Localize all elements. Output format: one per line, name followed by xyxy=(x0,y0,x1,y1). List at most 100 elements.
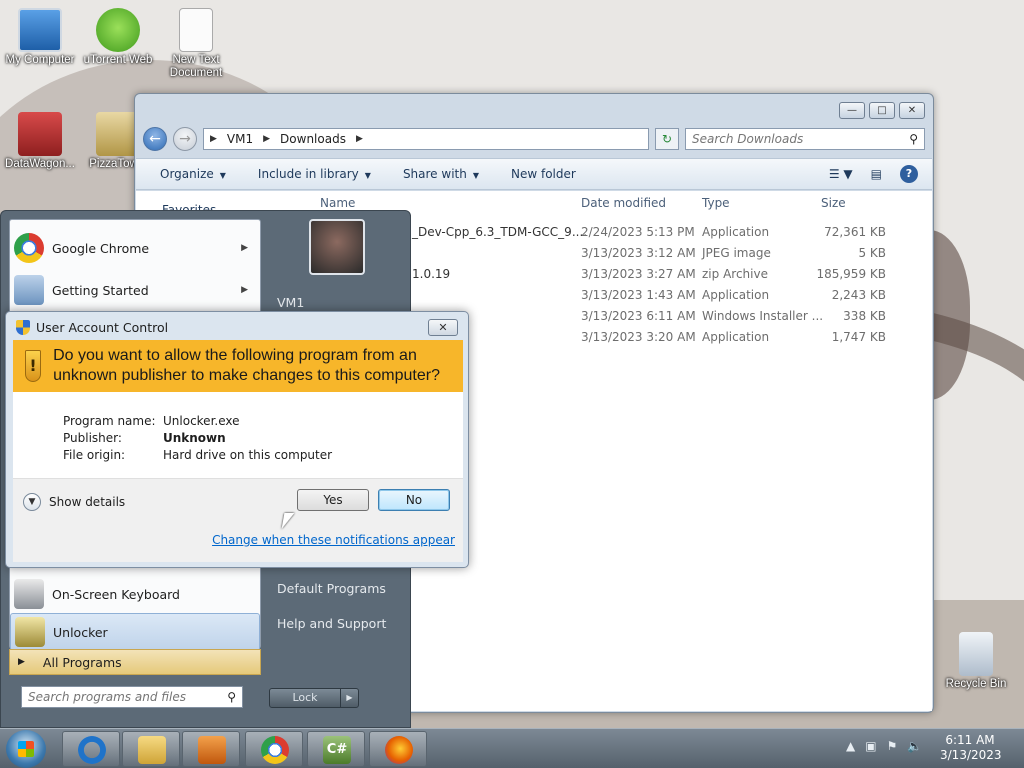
start-item-label: On-Screen Keyboard xyxy=(52,586,180,602)
desktop-icon-recycle-bin[interactable]: Recycle Bin xyxy=(936,632,1016,691)
column-type[interactable]: Type xyxy=(702,196,730,210)
dialog-title-bar: User Account Control xyxy=(16,320,168,335)
taskbar-media-player[interactable] xyxy=(182,731,240,767)
start-item-label: Unlocker xyxy=(53,624,108,640)
program-details: Program name: Unlocker.exe Publisher: Unkn… xyxy=(13,392,463,478)
all-programs-label: All Programs xyxy=(42,654,122,670)
clock[interactable]: 6:11 AM 3/13/2023 xyxy=(940,733,1002,763)
share-with-button[interactable]: Share with ▼ xyxy=(403,167,479,181)
include-in-library-button[interactable]: Include in library ▼ xyxy=(258,167,371,181)
chevron-right-icon: ▶ xyxy=(241,285,248,295)
no-button[interactable]: No xyxy=(378,489,450,511)
desktop-icon-label: DataWagon... xyxy=(5,158,75,170)
lock-label: Lock xyxy=(292,691,318,704)
volume-icon[interactable]: 🔈 xyxy=(907,739,922,753)
view-options-icon[interactable]: ☰ ▼ xyxy=(829,167,853,181)
desktop-icon-my-computer[interactable]: My Computer xyxy=(0,8,80,67)
forward-button[interactable]: → xyxy=(173,127,197,151)
uac-dialog: User Account Control ✕ ! Do you want to … xyxy=(5,311,469,568)
desktop-icon-new-text-document[interactable]: New Text Document xyxy=(156,8,236,80)
start-button[interactable] xyxy=(6,730,46,768)
column-size[interactable]: Size xyxy=(821,196,846,210)
lock-button[interactable]: Lock ▶ xyxy=(269,688,359,708)
publisher-row: Publisher: Unknown xyxy=(63,431,226,445)
folder-icon xyxy=(138,736,166,764)
column-name[interactable]: Name xyxy=(320,196,355,210)
chevron-right-icon: ▶ xyxy=(241,243,248,253)
warning-shield-icon: ! xyxy=(25,350,42,382)
show-hidden-icons-icon[interactable]: ▲ xyxy=(846,739,855,753)
chevron-right-icon[interactable]: ▶ xyxy=(340,689,358,707)
close-button[interactable]: ✕ xyxy=(899,102,925,119)
taskbar-internet-explorer[interactable] xyxy=(62,731,120,767)
search-input[interactable] xyxy=(692,132,892,146)
internet-explorer-icon xyxy=(78,736,106,764)
csharp-icon: C# xyxy=(323,736,351,764)
keyboard-icon xyxy=(14,579,44,609)
maximize-button[interactable]: □ xyxy=(869,102,895,119)
start-item-label: Getting Started xyxy=(52,282,149,298)
taskbar-firefox[interactable] xyxy=(369,731,427,767)
text-document-icon xyxy=(179,8,213,52)
taskbar-windows-explorer[interactable] xyxy=(122,731,180,767)
help-icon[interactable]: ? xyxy=(900,165,918,183)
desktop-icon-utorrent[interactable]: uTorrent Web xyxy=(78,8,158,67)
yes-button[interactable]: Yes xyxy=(297,489,369,511)
start-item-label: Google Chrome xyxy=(52,240,150,256)
change-notifications-link[interactable]: Change when these notifications appear xyxy=(212,533,455,547)
start-right-help-support[interactable]: Help and Support xyxy=(277,616,386,631)
chrome-icon xyxy=(14,233,44,263)
taskbar-chrome[interactable] xyxy=(245,731,303,767)
start-right-user[interactable]: VM1 xyxy=(277,295,304,310)
command-bar: Organize ▼ Include in library ▼ Share with… xyxy=(136,158,932,190)
start-item-on-screen-keyboard[interactable]: On-Screen Keyboard xyxy=(10,575,260,613)
chevron-right-icon: ▶ xyxy=(18,657,25,667)
all-programs-button[interactable]: ▶ All Programs xyxy=(9,649,261,675)
dialog-title: User Account Control xyxy=(36,320,169,335)
chevron-right-icon: ▶ xyxy=(210,134,217,144)
search-icon: ⚲ xyxy=(227,690,236,704)
user-picture[interactable] xyxy=(309,219,365,275)
firefox-icon xyxy=(385,736,413,764)
unlocker-icon xyxy=(15,617,45,647)
chevron-right-icon: ▶ xyxy=(355,134,363,144)
utorrent-icon xyxy=(96,8,140,52)
warning-banner: ! Do you want to allow the following pro… xyxy=(13,340,463,392)
dialog-close-button[interactable]: ✕ xyxy=(428,319,458,336)
chrome-icon xyxy=(261,736,289,764)
dialog-footer: ▼ Show details Yes No Change when these … xyxy=(13,478,463,562)
start-search-box[interactable]: ⚲ xyxy=(21,686,243,708)
taskbar-csharp[interactable]: C# xyxy=(307,731,365,767)
computer-icon xyxy=(18,8,62,52)
breadcrumb-downloads[interactable]: Downloads xyxy=(280,132,346,146)
start-right-default-programs[interactable]: Default Programs xyxy=(277,581,386,596)
desktop-icon-datawagon[interactable]: DataWagon... xyxy=(0,112,80,171)
start-search-input[interactable] xyxy=(28,690,208,704)
search-downloads-box[interactable]: ⚲ xyxy=(685,128,925,150)
file-origin-row: File origin: Hard drive on this computer xyxy=(63,448,333,462)
preview-pane-icon[interactable]: ▤ xyxy=(871,167,882,181)
start-item-unlocker[interactable]: Unlocker xyxy=(10,613,260,651)
uac-question: Do you want to allow the following progr… xyxy=(53,347,440,384)
network-icon[interactable]: ▣ xyxy=(865,739,876,753)
app-icon xyxy=(18,112,62,156)
clock-date: 3/13/2023 xyxy=(940,748,1002,762)
new-folder-button[interactable]: New folder xyxy=(511,167,576,181)
column-date-modified[interactable]: Date modified xyxy=(581,196,666,210)
recycle-bin-icon xyxy=(959,632,993,676)
show-details-toggle[interactable]: ▼ Show details xyxy=(23,493,125,511)
refresh-button[interactable]: ↻ xyxy=(655,128,679,150)
start-item-google-chrome[interactable]: Google Chrome ▶ xyxy=(10,229,260,267)
organize-button[interactable]: Organize ▼ xyxy=(160,167,226,181)
shield-icon xyxy=(16,320,30,335)
flag-icon[interactable]: ⚑ xyxy=(887,739,898,753)
start-item-getting-started[interactable]: Getting Started ▶ xyxy=(10,271,260,309)
clock-time: 6:11 AM xyxy=(945,733,995,747)
minimize-button[interactable]: — xyxy=(839,102,865,119)
program-name-row: Program name: Unlocker.exe xyxy=(63,414,240,428)
chevron-down-icon: ▼ xyxy=(23,493,41,511)
address-bar[interactable]: ▶ VM1 ▶ Downloads ▶ xyxy=(203,128,649,150)
media-player-icon xyxy=(198,736,226,764)
breadcrumb-vm1[interactable]: VM1 xyxy=(227,132,253,146)
back-button[interactable]: ← xyxy=(143,127,167,151)
